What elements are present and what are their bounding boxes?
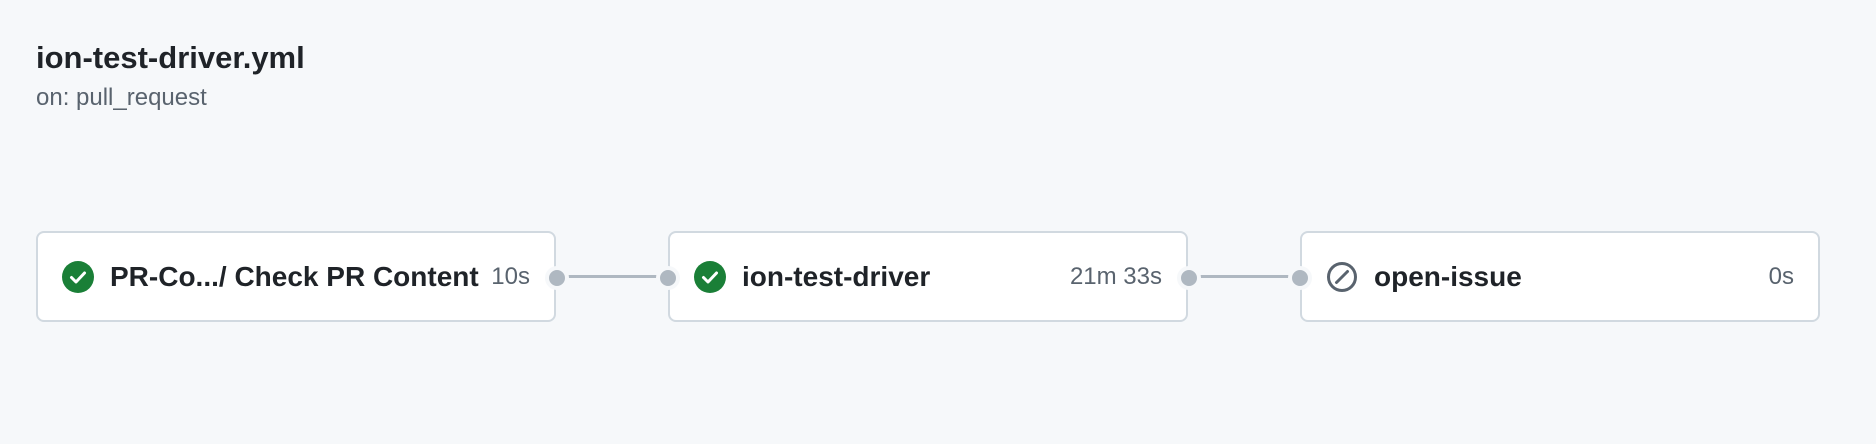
job-connector <box>1188 275 1300 278</box>
connector-dot <box>656 266 680 290</box>
job-duration: 10s <box>491 262 530 290</box>
job-name: ion-test-driver <box>742 260 931 292</box>
job-name: PR-Co.../ Check PR Content <box>110 260 479 292</box>
connector-dot <box>1288 266 1312 290</box>
job-name: open-issue <box>1374 260 1522 292</box>
connector-dot <box>545 266 569 290</box>
job-duration: 21m 33s <box>1069 262 1162 290</box>
job-card-pr-content[interactable]: PR-Co.../ Check PR Content 10s <box>36 231 556 322</box>
skip-icon <box>1326 261 1358 293</box>
job-card-ion-test-driver[interactable]: ion-test-driver 21m 33s <box>668 231 1188 322</box>
connector-dot <box>1177 266 1201 290</box>
check-circle-icon <box>694 260 726 293</box>
job-duration: 0s <box>1768 262 1794 290</box>
check-circle-icon <box>62 260 94 293</box>
job-connector <box>556 275 668 278</box>
job-graph: PR-Co.../ Check PR Content 10s ion-test-… <box>0 0 1876 444</box>
job-card-open-issue[interactable]: open-issue 0s <box>1300 231 1820 322</box>
